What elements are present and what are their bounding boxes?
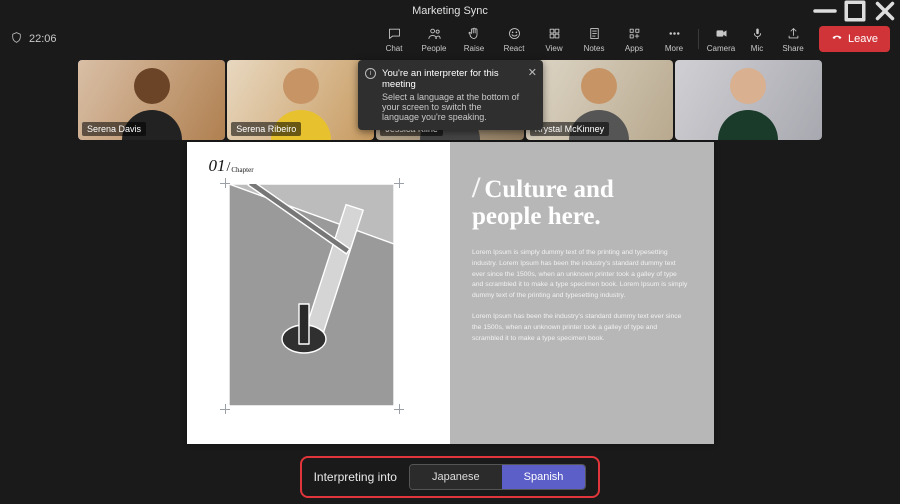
window-title: Marketing Sync — [412, 5, 488, 17]
interpreter-label: Interpreting into — [314, 470, 397, 484]
chat-icon — [387, 26, 402, 44]
meeting-toolbar: 22:06 Chat People Raise React View — [0, 22, 900, 56]
crop-mark-icon — [394, 404, 404, 414]
info-icon: i — [365, 68, 376, 79]
shared-slide: 01/Chapter /Cul — [187, 142, 714, 444]
interpreter-bar: Interpreting into Japanese Spanish — [0, 450, 900, 504]
toolbar-react[interactable]: React — [494, 22, 534, 56]
slide-heading: /Culture and people here. — [472, 172, 688, 230]
toolbar-chat[interactable]: Chat — [374, 22, 414, 56]
slide-paragraph: Lorem Ipsum has been the industry's stan… — [472, 312, 688, 345]
toolbar-view[interactable]: View — [534, 22, 574, 56]
window-controls — [810, 0, 900, 22]
meeting-timer: 22:06 — [10, 31, 57, 47]
participant-tile[interactable]: Serena Ribeiro — [227, 60, 374, 140]
toolbar-notes[interactable]: Notes — [574, 22, 614, 56]
toolbar-more[interactable]: More — [654, 22, 694, 56]
grid-icon — [547, 26, 562, 44]
camera-icon — [714, 26, 729, 44]
crop-mark-icon — [220, 178, 230, 188]
participant-tile[interactable]: Krystal McKinney — [526, 60, 673, 140]
window-maximize[interactable] — [840, 0, 870, 22]
apps-icon — [627, 26, 642, 44]
interpreter-toast: i ✕ You're an interpreter for this meeti… — [358, 60, 543, 130]
toast-close-button[interactable]: ✕ — [528, 66, 537, 79]
share-icon — [786, 26, 801, 44]
interpreter-highlight: Interpreting into Japanese Spanish — [300, 456, 601, 498]
mic-icon — [750, 26, 765, 44]
toolbar-camera[interactable]: Camera — [703, 22, 739, 56]
leave-button[interactable]: Leave — [819, 26, 890, 52]
elapsed-time: 22:06 — [29, 33, 57, 45]
participant-name: Serena Davis — [82, 122, 146, 136]
toolbar-separator — [698, 29, 699, 49]
participant-name: Serena Ribeiro — [231, 122, 301, 136]
emoji-icon — [507, 26, 522, 44]
toolbar-mic[interactable]: Mic — [739, 22, 775, 56]
hand-icon — [467, 26, 482, 44]
people-icon — [427, 26, 442, 44]
window-minimize[interactable] — [810, 0, 840, 22]
toolbar-people[interactable]: People — [414, 22, 454, 56]
toolbar-share[interactable]: Share — [775, 22, 811, 56]
slide-photo — [229, 184, 394, 406]
toolbar-raise-hand[interactable]: Raise — [454, 22, 494, 56]
language-option-japanese[interactable]: Japanese — [410, 465, 502, 489]
shared-content-area: 01/Chapter /Cul — [0, 140, 900, 450]
title-bar: Marketing Sync — [0, 0, 900, 22]
participant-tile[interactable] — [675, 60, 822, 140]
notes-icon — [587, 26, 602, 44]
phone-icon — [831, 32, 843, 47]
toolbar-apps[interactable]: Apps — [614, 22, 654, 56]
slide-right-page: /Culture and people here. Lorem Ipsum is… — [450, 142, 714, 444]
window-close[interactable] — [870, 0, 900, 22]
toast-body: Select a language at the bottom of your … — [382, 92, 521, 122]
shield-icon — [10, 31, 23, 47]
language-segmented-control: Japanese Spanish — [409, 464, 586, 490]
crop-mark-icon — [220, 404, 230, 414]
participant-tile[interactable]: Serena Davis — [78, 60, 225, 140]
chapter-marker: 01/Chapter — [209, 156, 254, 176]
toast-title: You're an interpreter for this meeting — [382, 68, 521, 90]
language-option-spanish[interactable]: Spanish — [502, 465, 586, 489]
participant-gallery: Serena Davis Serena Ribeiro Jessica Klin… — [0, 60, 900, 140]
slide-left-page: 01/Chapter — [187, 142, 451, 444]
more-icon — [667, 26, 682, 44]
slide-paragraph: Lorem Ipsum is simply dummy text of the … — [472, 248, 688, 302]
crop-mark-icon — [394, 178, 404, 188]
